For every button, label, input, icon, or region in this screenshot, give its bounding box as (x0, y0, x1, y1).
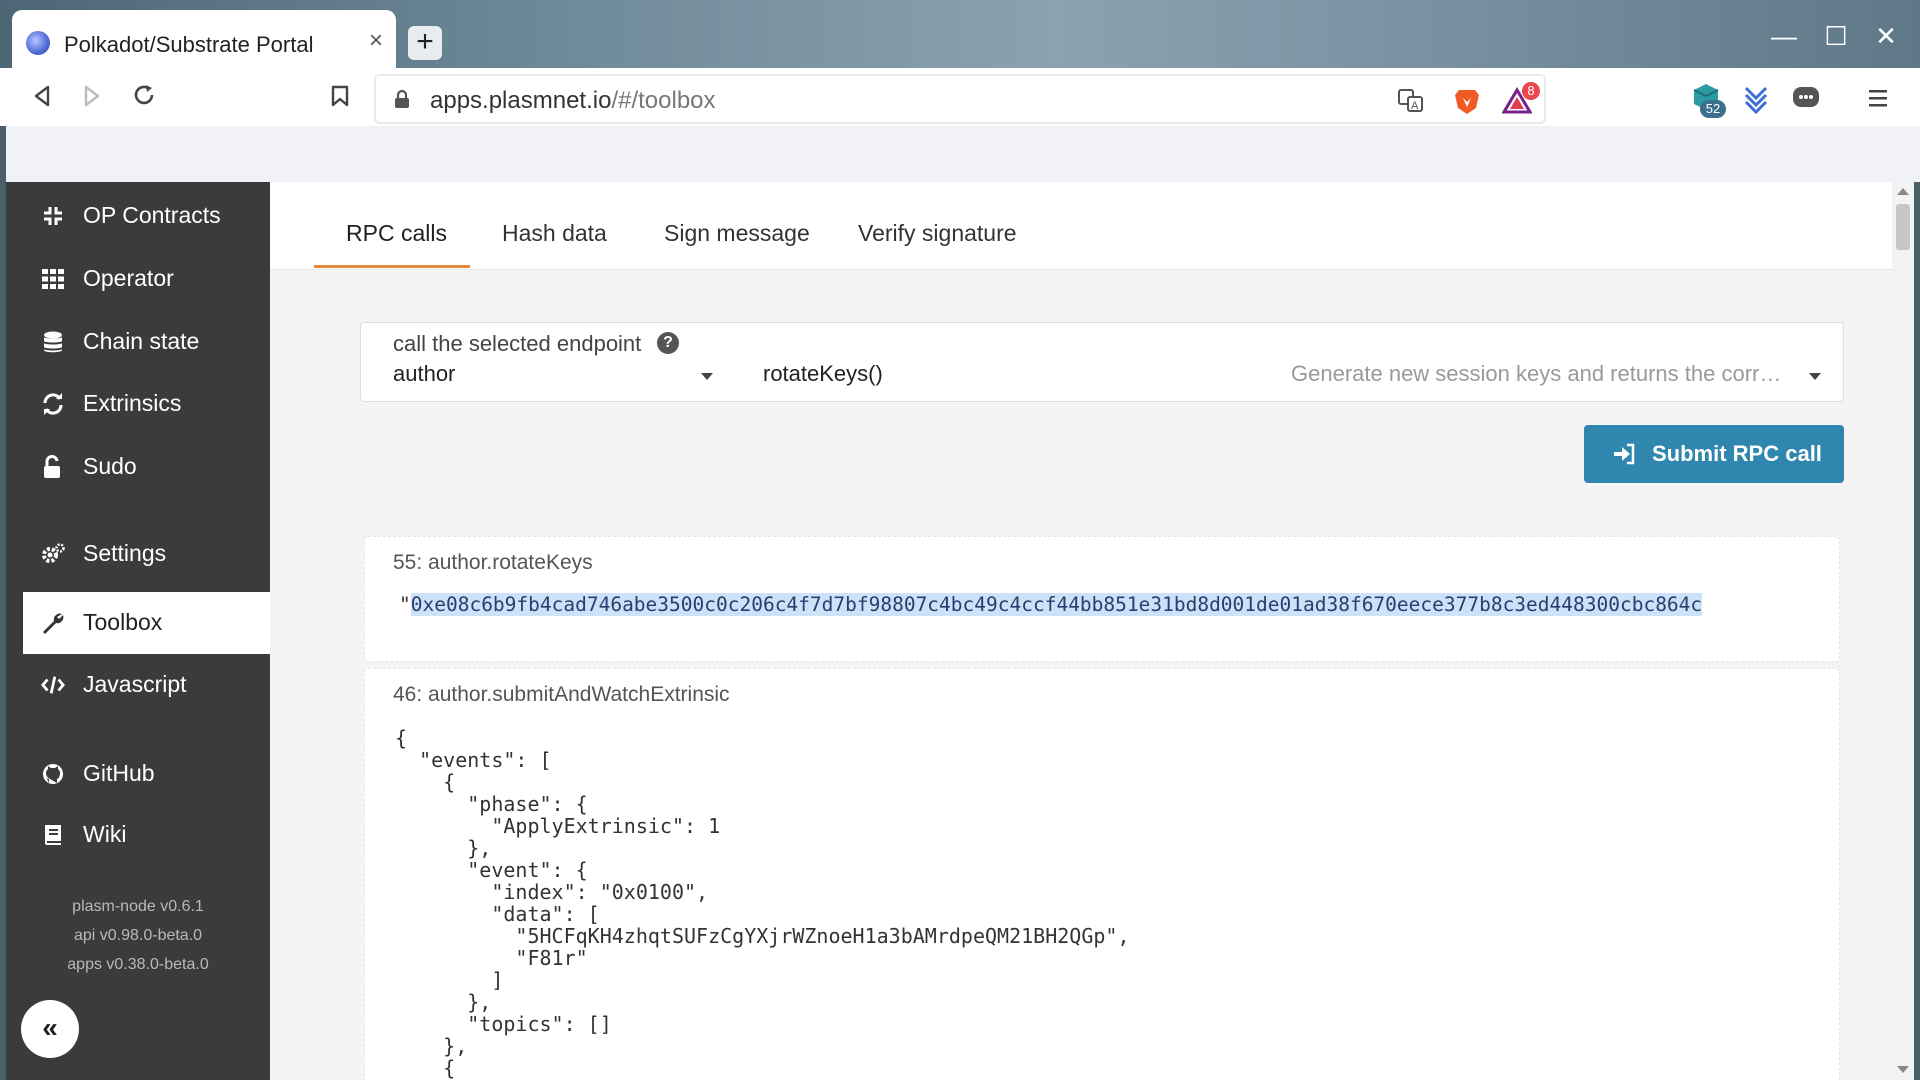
sidebar-item-chain-state[interactable]: Chain state (23, 311, 270, 373)
toolbox-main: RPC calls Hash data Sign message Verify … (270, 182, 1892, 1080)
sidebar-item-label: Chain state (83, 328, 200, 354)
cogs-icon (42, 543, 65, 563)
sidebar-item-wiki[interactable]: Wiki (23, 804, 270, 866)
sidebar-item-label: Wiki (83, 821, 127, 847)
endpoint-selector: call the selected endpoint ? author rota… (360, 322, 1844, 402)
version-api: api v0.98.0-beta.0 (73, 927, 203, 944)
minimize-button[interactable]: — (1766, 18, 1802, 54)
endpoint-label: call the selected endpoint (393, 331, 642, 356)
wrench-icon (43, 613, 64, 634)
toolbox-tabs: RPC calls Hash data Sign message Verify … (270, 182, 1892, 270)
svg-text:A: A (1411, 100, 1419, 112)
tab-rpc-calls[interactable]: RPC calls (346, 220, 447, 247)
close-window-button[interactable]: ✕ (1868, 18, 1904, 54)
sidebar-item-toolbox[interactable]: Toolbox (23, 592, 270, 654)
page-scrollbar[interactable] (1892, 182, 1914, 1080)
app-sidebar: OP Contracts Operator Chain state Extrin… (6, 182, 270, 1080)
extension-chat-icon[interactable] (1790, 82, 1822, 114)
method-dropdown[interactable]: rotateKeys() (763, 361, 883, 387)
compress-icon (44, 207, 62, 225)
address-bar[interactable]: apps.plasmnet.io/#/toolbox A 8 (374, 74, 1546, 124)
sidebar-item-label: Operator (83, 265, 174, 291)
version-node: plasm-node v0.6.1 (72, 898, 204, 915)
sidebar-item-settings[interactable]: Settings (23, 523, 270, 585)
sign-in-icon (1614, 443, 1635, 465)
help-icon[interactable]: ? (657, 332, 679, 354)
sync-icon (43, 393, 63, 415)
double-chevron-left-icon: « (42, 1012, 58, 1043)
result-title: 46: author.submitAndWatchExtrinsic (393, 683, 730, 706)
rewards-badge: 8 (1522, 82, 1540, 100)
section-chevron-down-icon[interactable] (701, 373, 713, 380)
method-description: Generate new session keys and returns th… (1291, 361, 1791, 386)
extension-layers-icon[interactable] (1740, 82, 1772, 115)
sidebar-item-op-contracts[interactable]: OP Contracts (23, 185, 270, 247)
forward-button[interactable] (72, 78, 112, 118)
reload-button[interactable] (124, 78, 164, 118)
tab-title: Polkadot/Substrate Portal (64, 32, 314, 57)
forward-arrow-icon (84, 85, 100, 107)
active-tab-indicator (314, 265, 470, 268)
window-frame-right (1914, 182, 1920, 1080)
back-arrow-icon (34, 85, 50, 107)
browser-tab[interactable]: Polkadot/Substrate Portal × (12, 10, 396, 72)
tab-close-icon[interactable]: × (364, 26, 388, 56)
quote-mark: " (399, 593, 411, 616)
sidebar-item-label: Javascript (83, 671, 187, 697)
sidebar-item-label: OP Contracts (83, 202, 221, 228)
bookmark-icon (331, 85, 349, 107)
browser-titlebar: Polkadot/Substrate Portal × + — ☐ ✕ (0, 0, 1920, 72)
lock-icon (395, 89, 409, 108)
tab-hash-data[interactable]: Hash data (502, 220, 607, 247)
submit-label: Submit RPC call (1652, 441, 1822, 466)
url-host: apps.plasmnet.io (430, 87, 612, 114)
tab-verify-signature[interactable]: Verify signature (858, 220, 1017, 247)
browser-infobar-area (0, 126, 1920, 182)
sidebar-item-javascript[interactable]: Javascript (23, 654, 270, 716)
unlock-icon (44, 455, 60, 478)
browser-menu-icon[interactable] (1862, 82, 1894, 114)
back-button[interactable] (22, 78, 62, 118)
extension-badge: 52 (1700, 100, 1726, 118)
sidebar-item-label: Extrinsics (83, 390, 182, 416)
maximize-button[interactable]: ☐ (1818, 18, 1854, 54)
result-value[interactable]: "0xe08c6b9fb4cad746abe3500c0c206c4f7d7bf… (399, 593, 1839, 616)
sidebar-item-extrinsics[interactable]: Extrinsics (23, 373, 270, 435)
section-dropdown[interactable]: author (393, 361, 455, 387)
brave-shields-icon[interactable] (1452, 86, 1482, 116)
polkadot-favicon-icon (26, 31, 50, 55)
sidebar-item-label: Settings (83, 540, 167, 566)
translate-icon[interactable]: A (1396, 86, 1426, 116)
browser-toolbar: apps.plasmnet.io/#/toolbox A 8 52 (0, 68, 1920, 126)
reload-icon (134, 85, 154, 105)
result-json: { "events": [ { "phase": { "ApplyExtrins… (395, 726, 1130, 1080)
sidebar-item-github[interactable]: GitHub (23, 743, 270, 805)
url-path: /#/toolbox (611, 87, 716, 114)
sidebar-item-sudo[interactable]: Sudo (23, 436, 270, 498)
scroll-thumb[interactable] (1896, 204, 1910, 250)
version-apps: apps v0.38.0-beta.0 (67, 956, 209, 973)
grid-icon (42, 269, 64, 289)
result-card-submit-extrinsic: 46: author.submitAndWatchExtrinsic { "ev… (364, 668, 1840, 1080)
sidebar-item-label: GitHub (83, 760, 155, 786)
submit-rpc-button[interactable]: Submit RPC call (1584, 425, 1844, 483)
result-card-rotate-keys: 55: author.rotateKeys "0xe08c6b9fb4cad74… (364, 536, 1840, 662)
sidebar-item-label: Toolbox (83, 609, 163, 635)
result-title: 55: author.rotateKeys (393, 551, 593, 574)
scroll-down-icon[interactable] (1897, 1066, 1909, 1073)
collapse-sidebar-button[interactable]: « (21, 1000, 79, 1058)
book-icon (45, 825, 61, 845)
code-icon (41, 676, 65, 694)
bookmark-button[interactable] (320, 78, 360, 118)
method-chevron-down-icon[interactable] (1809, 373, 1821, 380)
sidebar-item-label: Sudo (83, 453, 137, 479)
url-text: apps.plasmnet.io/#/toolbox (430, 87, 716, 115)
new-tab-button[interactable]: + (408, 26, 442, 60)
tab-sign-message[interactable]: Sign message (664, 220, 810, 247)
sidebar-item-operator[interactable]: Operator (23, 248, 270, 310)
database-icon (44, 331, 62, 353)
scroll-up-icon[interactable] (1897, 188, 1909, 195)
selected-hash: 0xe08c6b9fb4cad746abe3500c0c206c4f7d7bf9… (410, 593, 1703, 616)
github-icon (43, 764, 63, 784)
